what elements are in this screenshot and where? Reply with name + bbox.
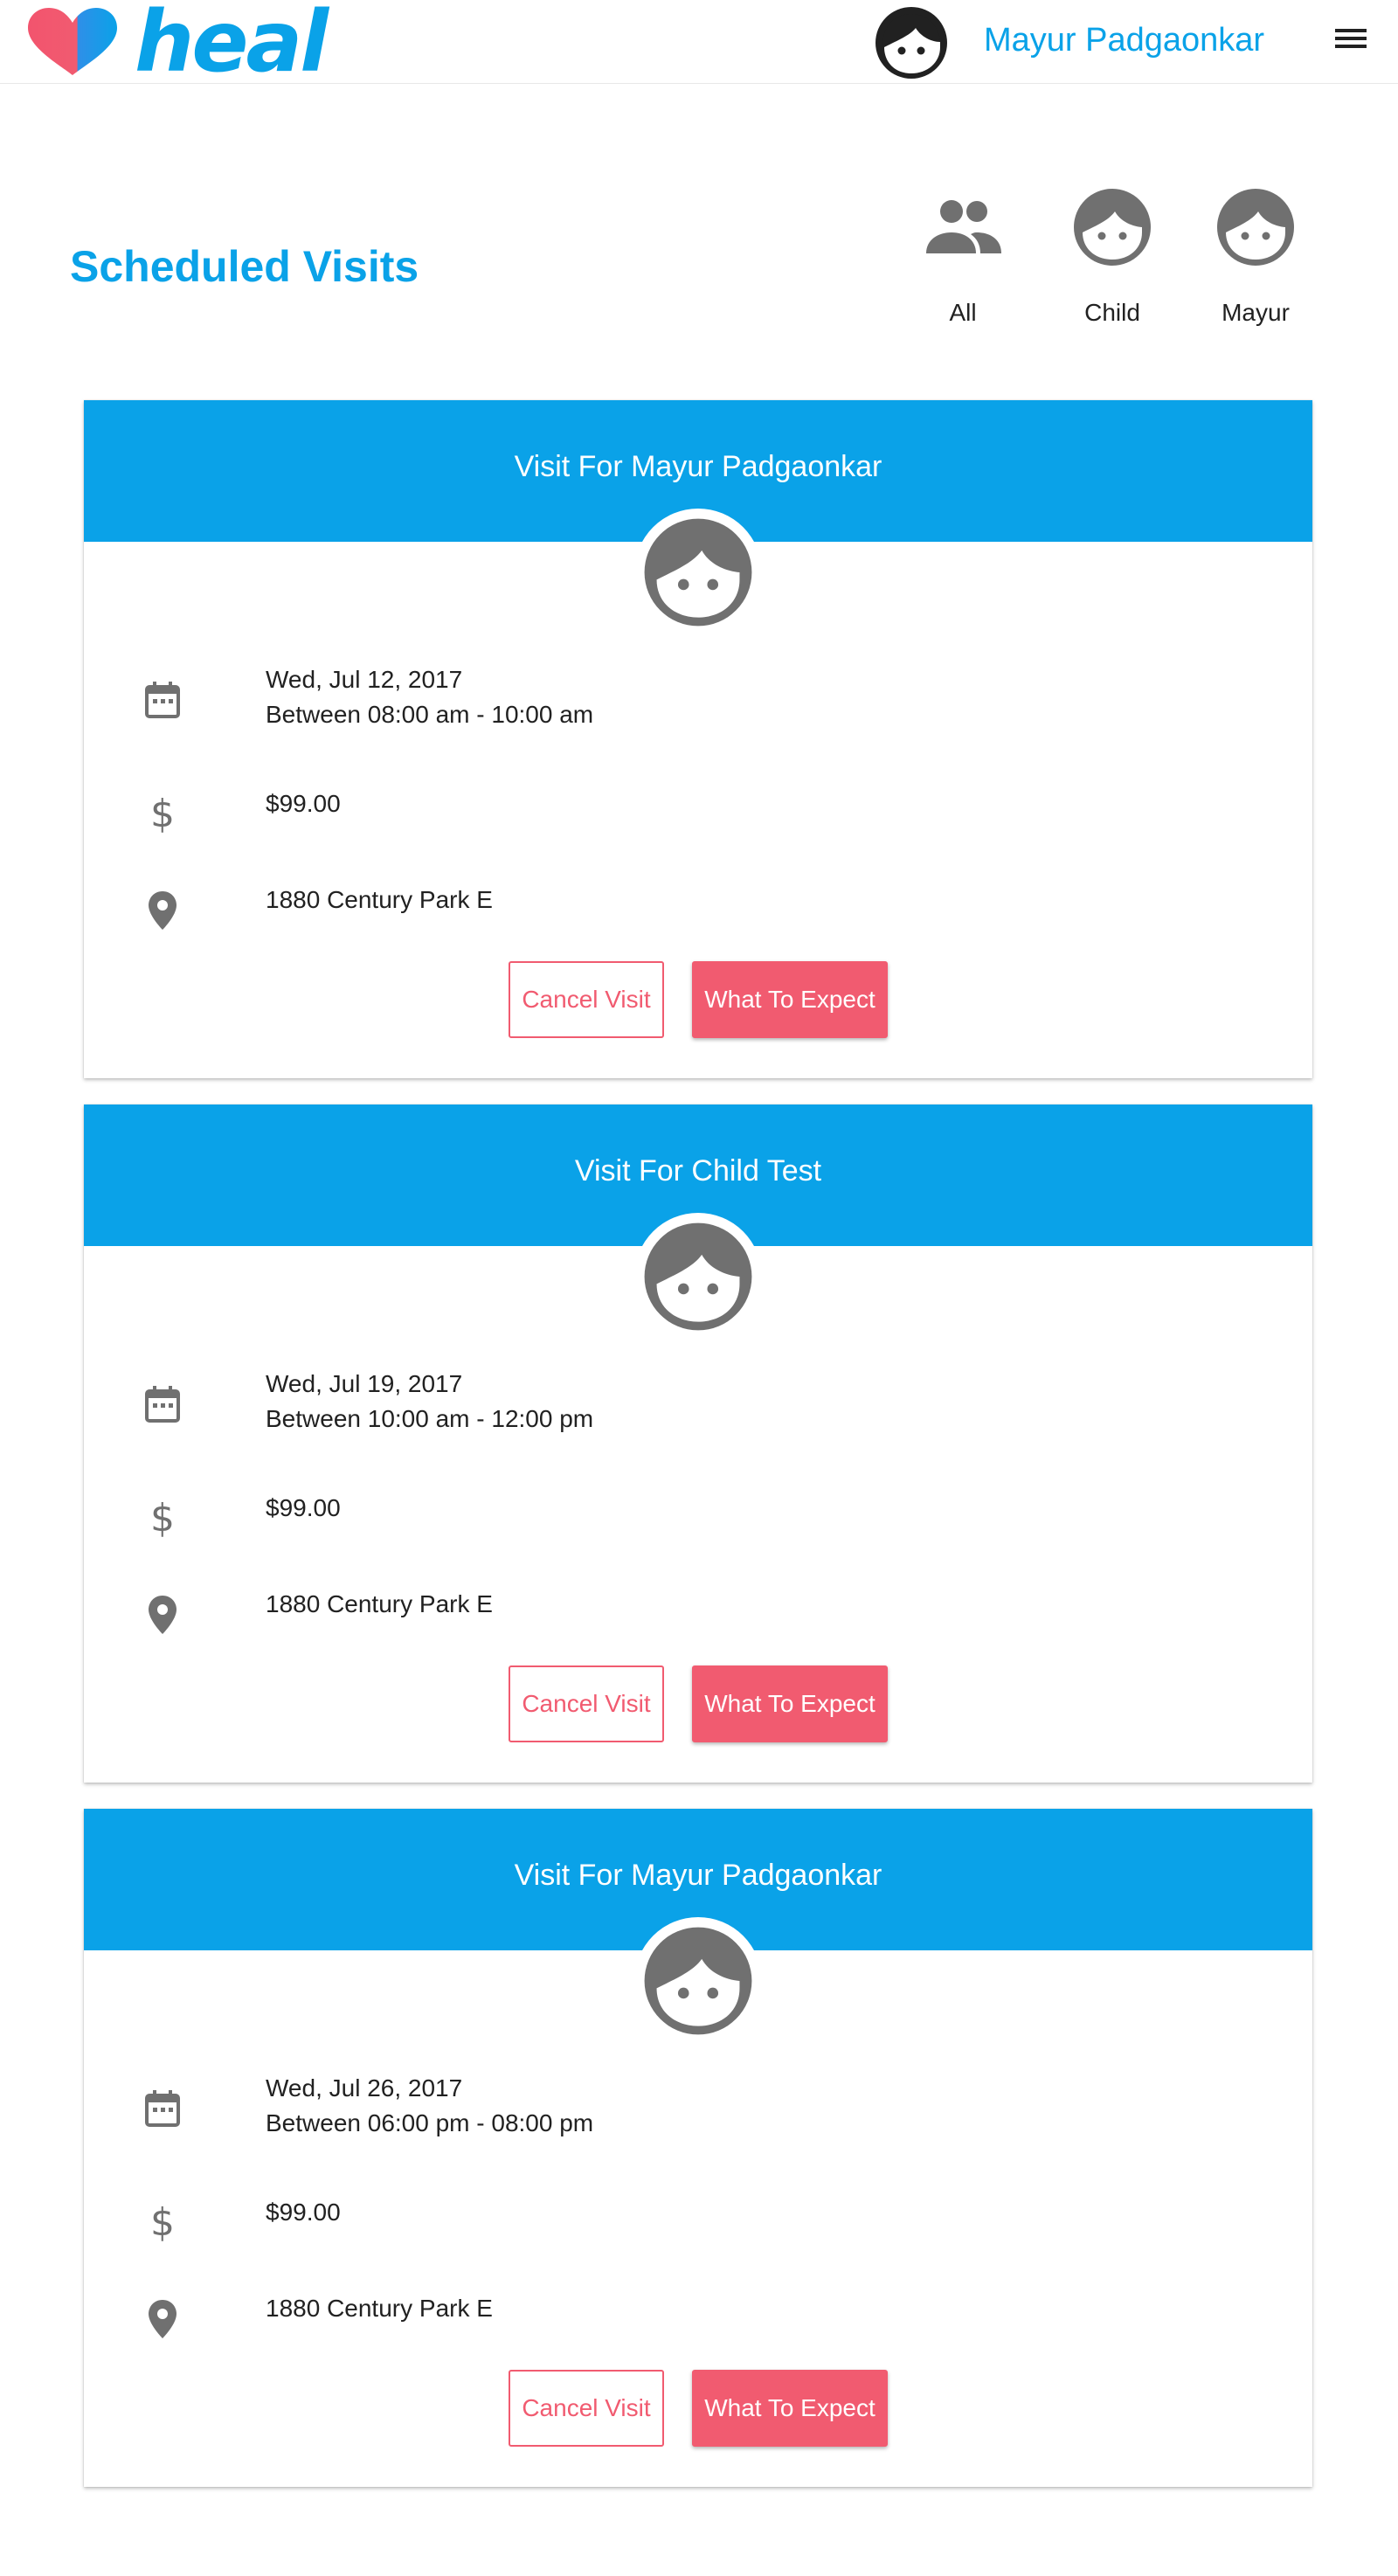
- filter-child[interactable]: Child: [1042, 185, 1182, 330]
- face-icon: [1217, 189, 1294, 266]
- filter-mayur-label: Mayur: [1222, 299, 1290, 326]
- visit-date: Wed, Jul 12, 2017: [266, 666, 463, 693]
- dollar-icon: $: [150, 1496, 175, 1540]
- visit-address: 1880 Century Park E: [266, 1590, 493, 1617]
- visit-date-text: Wed, Jul 12, 2017 Between 08:00 am - 10:…: [266, 662, 593, 732]
- calendar-icon: [145, 682, 180, 718]
- calendar-icon: [145, 2090, 180, 2127]
- visit-price: $99.00: [266, 1494, 341, 1521]
- what-to-expect-button[interactable]: What To Expect: [692, 961, 888, 1038]
- svg-text:$: $: [150, 792, 175, 835]
- svg-text:$: $: [150, 2200, 175, 2244]
- patient-avatar: [634, 1917, 762, 2045]
- visit-title: Visit For Mayur Padgaonkar: [514, 1859, 882, 1892]
- visit-date: Wed, Jul 26, 2017: [266, 2074, 463, 2102]
- cancel-visit-button[interactable]: Cancel Visit: [509, 1665, 664, 1742]
- filter-mayur[interactable]: Mayur: [1186, 185, 1325, 330]
- visit-card: Visit For Child Test Wed, Jul 19, 2017 B…: [84, 1104, 1312, 1783]
- visit-time: Between 08:00 am - 10:00 am: [266, 701, 594, 728]
- location-pin-icon: [149, 2300, 176, 2338]
- calendar-icon: [145, 1386, 180, 1423]
- logo-text: heal: [135, 0, 329, 91]
- what-to-expect-button[interactable]: What To Expect: [692, 1665, 888, 1742]
- cancel-visit-button[interactable]: Cancel Visit: [509, 961, 664, 1038]
- location-pin-icon: [149, 1596, 176, 1634]
- heart-logo-icon: [28, 8, 117, 75]
- patient-avatar: [634, 509, 762, 636]
- visit-address: 1880 Century Park E: [266, 886, 493, 913]
- face-icon: [644, 1927, 752, 2035]
- visit-date: Wed, Jul 19, 2017: [266, 1370, 463, 1397]
- svg-text:$: $: [150, 1496, 175, 1540]
- filter-all[interactable]: All: [893, 185, 1033, 330]
- visit-time: Between 10:00 am - 12:00 pm: [266, 1405, 594, 1432]
- location-pin-icon: [149, 891, 176, 930]
- visit-title: Visit For Mayur Padgaonkar: [514, 450, 882, 483]
- user-avatar-icon[interactable]: [874, 5, 949, 80]
- what-to-expect-button[interactable]: What To Expect: [692, 2370, 888, 2447]
- page-title: Scheduled Visits: [70, 242, 419, 291]
- visit-title: Visit For Child Test: [574, 1154, 822, 1188]
- visit-price: $99.00: [266, 790, 341, 817]
- visit-date-text: Wed, Jul 26, 2017 Between 06:00 pm - 08:…: [266, 2071, 593, 2141]
- visit-date-text: Wed, Jul 19, 2017 Between 10:00 am - 12:…: [266, 1367, 593, 1437]
- filter-child-label: Child: [1084, 299, 1140, 326]
- dollar-icon: $: [150, 2200, 175, 2244]
- visit-time: Between 06:00 pm - 08:00 pm: [266, 2109, 594, 2136]
- heal-logo[interactable]: heal: [24, 0, 329, 91]
- face-icon: [1074, 189, 1151, 266]
- people-icon: [926, 200, 1001, 253]
- dollar-icon: $: [150, 792, 175, 835]
- user-name[interactable]: Mayur Padgaonkar: [984, 17, 1264, 63]
- top-bar: heal Mayur Padgaonkar: [0, 0, 1398, 84]
- visit-card: Visit For Mayur Padgaonkar Wed, Jul 12, …: [84, 400, 1312, 1078]
- patient-avatar: [634, 1213, 762, 1340]
- visit-card: Visit For Mayur Padgaonkar Wed, Jul 26, …: [84, 1809, 1312, 2487]
- hamburger-menu-icon[interactable]: [1332, 24, 1370, 59]
- face-icon: [644, 518, 752, 627]
- filter-all-label: All: [949, 299, 977, 326]
- visit-address: 1880 Century Park E: [266, 2295, 493, 2322]
- visit-price: $99.00: [266, 2199, 341, 2226]
- cancel-visit-button[interactable]: Cancel Visit: [509, 2370, 664, 2447]
- face-icon: [644, 1222, 752, 1331]
